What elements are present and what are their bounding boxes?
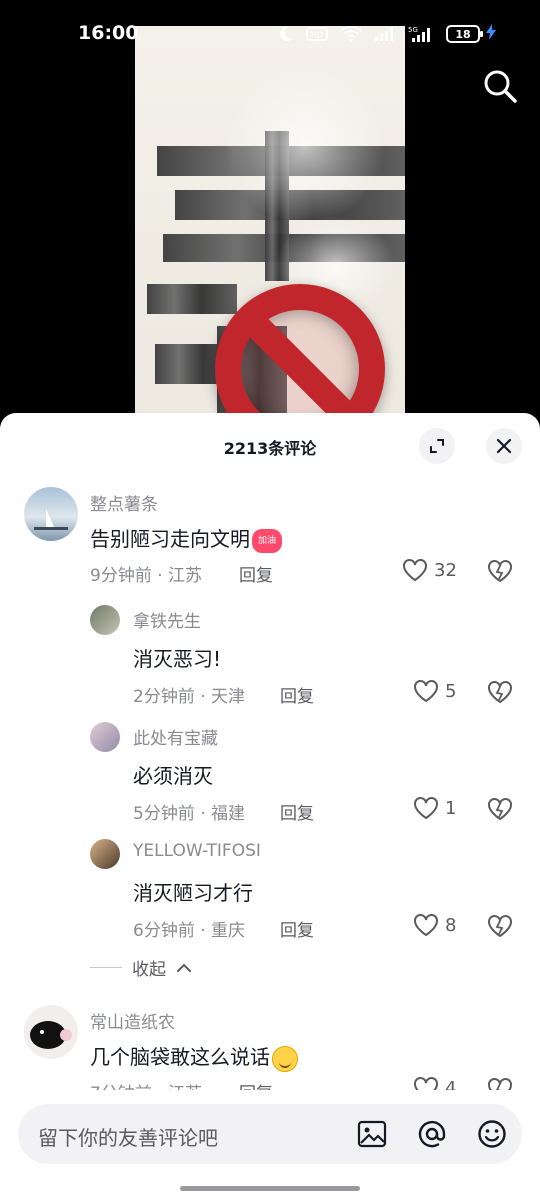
comment-text-content: 几个脑袋敢这么说话 — [90, 1045, 270, 1069]
comment-time-location: 7分钟前 · 江苏 — [90, 1079, 202, 1090]
comment-username[interactable]: YELLOW-TIFOSI — [133, 841, 261, 861]
like-button[interactable]: 5 — [413, 679, 456, 703]
avatar[interactable] — [90, 605, 120, 635]
avatar[interactable] — [90, 722, 120, 752]
comment-input[interactable]: 留下你的友善评论吧 — [18, 1104, 522, 1164]
dislike-button[interactable] — [487, 797, 513, 825]
reply-button[interactable]: 回复 — [280, 682, 314, 707]
dislike-button[interactable] — [487, 914, 513, 942]
expand-icon — [430, 439, 444, 453]
like-count: 8 — [445, 914, 457, 936]
dislike-button[interactable] — [487, 559, 513, 587]
comment-username[interactable]: 此处有宝藏 — [133, 724, 218, 749]
heart-icon — [414, 914, 438, 937]
heart-icon — [403, 559, 427, 582]
home-indicator[interactable] — [180, 1186, 360, 1191]
image-icon[interactable] — [356, 1118, 388, 1150]
comment-text: 消灭陋习才行 — [133, 881, 253, 905]
close-icon — [496, 438, 512, 454]
comment-input-placeholder: 留下你的友善评论吧 — [38, 1126, 218, 1150]
reply-button[interactable]: 回复 — [280, 916, 314, 941]
comment-username[interactable]: 常山造纸农 — [90, 1008, 175, 1033]
collapse-label: 收起 — [132, 960, 166, 980]
like-count: 32 — [434, 559, 457, 581]
comment-text: 必须消灭 — [133, 764, 213, 788]
comments-sheet: 2213条评论 整点薯条 告别陋习走向文明加油 9分钟前 · 江苏 回复 32 — [0, 413, 540, 1200]
expand-button[interactable] — [419, 428, 455, 464]
comment-text: 几个脑袋敢这么说话 — [90, 1041, 298, 1072]
comment-time-location: 9分钟前 · 江苏 — [90, 566, 203, 586]
like-count: 1 — [445, 797, 457, 819]
comment-time-location: 5分钟前 · 福建 — [133, 804, 246, 824]
video-graphic-bar — [147, 284, 237, 314]
wifi-icon — [340, 26, 362, 42]
heart-icon — [414, 1077, 438, 1090]
heart-icon — [414, 680, 438, 703]
comments-list[interactable]: 整点薯条 告别陋习走向文明 加油 9分钟前 · 江苏 回复 32 拿铁先生 消灭恶… — [0, 475, 540, 1090]
reply-button[interactable]: 回复 — [280, 799, 314, 824]
reply-button[interactable]: 回复 — [239, 561, 273, 586]
broken-heart-icon — [488, 798, 512, 821]
comments-count-title: 2213条评论 — [223, 439, 317, 458]
signal-icon — [374, 26, 396, 42]
comments-header: 2213条评论 — [0, 413, 540, 475]
chevron-up-icon — [177, 963, 191, 972]
broken-heart-icon — [488, 560, 512, 583]
smiley-emoji — [272, 1045, 298, 1072]
avatar[interactable] — [24, 487, 78, 541]
heart-icon — [414, 797, 438, 820]
reply-button[interactable]: 回复 — [239, 1079, 273, 1090]
like-button[interactable]: 32 — [402, 558, 457, 582]
moon-icon — [278, 26, 294, 42]
collapse-divider — [90, 967, 122, 968]
hd-icon: HD — [306, 26, 328, 42]
status-icons: HD 5G 18 — [278, 24, 496, 44]
comment-username[interactable]: 拿铁先生 — [133, 607, 201, 632]
svg-text:HD: HD — [311, 31, 323, 40]
video-frame[interactable] — [135, 26, 405, 446]
search-icon[interactable] — [478, 64, 522, 108]
broken-heart-icon — [488, 681, 512, 704]
collapse-replies-button[interactable]: 收起 — [90, 955, 192, 980]
avatar[interactable] — [90, 839, 120, 869]
like-button[interactable]: 1 — [413, 796, 456, 820]
comment-text: 告别陋习走向文明 加油 — [90, 523, 282, 553]
smoke-graphic — [225, 66, 385, 226]
emoji-icon[interactable] — [476, 1118, 508, 1150]
svg-text:5G: 5G — [408, 26, 418, 34]
broken-heart-icon — [488, 1078, 512, 1090]
dislike-button[interactable] — [487, 680, 513, 708]
charging-icon — [486, 24, 496, 44]
avatar[interactable] — [24, 1005, 78, 1059]
like-button[interactable]: 4 — [413, 1076, 456, 1090]
broken-heart-icon — [488, 915, 512, 938]
comment-time-location: 2分钟前 · 天津 — [133, 687, 246, 707]
mention-icon[interactable] — [416, 1118, 448, 1150]
dislike-button[interactable] — [487, 1077, 513, 1090]
5g-signal-icon: 5G — [408, 25, 434, 43]
like-count: 5 — [445, 680, 457, 702]
comment-username[interactable]: 整点薯条 — [90, 490, 158, 515]
sticker-emoji: 加油 — [252, 528, 282, 553]
battery-indicator: 18 — [446, 25, 483, 43]
battery-level: 18 — [455, 27, 471, 41]
status-time: 16:00 — [78, 22, 139, 44]
like-count: 4 — [445, 1077, 457, 1091]
comment-text-content: 告别陋习走向文明 — [90, 527, 250, 551]
close-button[interactable] — [486, 428, 522, 464]
like-button[interactable]: 8 — [413, 913, 456, 937]
comment-time-location: 6分钟前 · 重庆 — [133, 921, 246, 941]
comment-text: 消灭恶习! — [133, 647, 222, 671]
status-bar: 16:00 HD 5G 18 — [0, 0, 540, 68]
